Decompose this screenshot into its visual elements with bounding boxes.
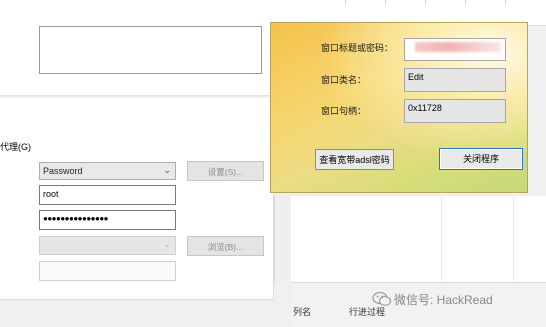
window-class-label: 窗口类名： bbox=[321, 75, 367, 85]
wechat-logo-icon bbox=[372, 291, 392, 306]
window-handle-label: 窗口句柄： bbox=[321, 106, 367, 116]
close-program-button[interactable]: 关闭程序 bbox=[439, 148, 523, 170]
proxy-label: 代理(G) bbox=[0, 142, 31, 152]
password-viewer-window: 窗口标题或密码： 窗口类名： Edit 窗口句柄： 0x11728 查看宽带ad… bbox=[270, 22, 528, 193]
notes-textarea[interactable] bbox=[39, 26, 262, 74]
window-title-label: 窗口标题或密码： bbox=[321, 43, 394, 53]
auth-type-value: Password bbox=[43, 166, 83, 176]
settings-button[interactable]: 设置(S)... bbox=[187, 161, 264, 181]
key-file-select[interactable]: ⌄ bbox=[39, 236, 176, 255]
auth-type-select[interactable]: Password ⌄ bbox=[39, 162, 176, 180]
window-handle-field[interactable]: 0x11728 bbox=[404, 99, 506, 123]
column-header-name[interactable]: 列名 bbox=[293, 305, 311, 318]
background-list-pane bbox=[291, 196, 546, 282]
username-field[interactable]: root bbox=[39, 185, 176, 205]
window-class-field[interactable]: Edit bbox=[404, 68, 506, 92]
chevron-down-icon: ⌄ bbox=[163, 165, 171, 175]
redacted-text bbox=[415, 42, 501, 52]
vertical-scrollbar[interactable] bbox=[274, 196, 290, 282]
watermark-text: 微信号: HackRead bbox=[394, 293, 493, 307]
password-field[interactable]: ●●●●●●●●●●●●●●● bbox=[39, 210, 176, 230]
window-title-field[interactable] bbox=[404, 38, 506, 61]
passphrase-field[interactable] bbox=[39, 261, 176, 281]
browse-button[interactable]: 浏览(B)... bbox=[187, 236, 264, 256]
chevron-down-icon: ⌄ bbox=[163, 239, 171, 249]
view-adsl-password-button[interactable]: 查看宽带adsl密码 bbox=[315, 149, 394, 170]
